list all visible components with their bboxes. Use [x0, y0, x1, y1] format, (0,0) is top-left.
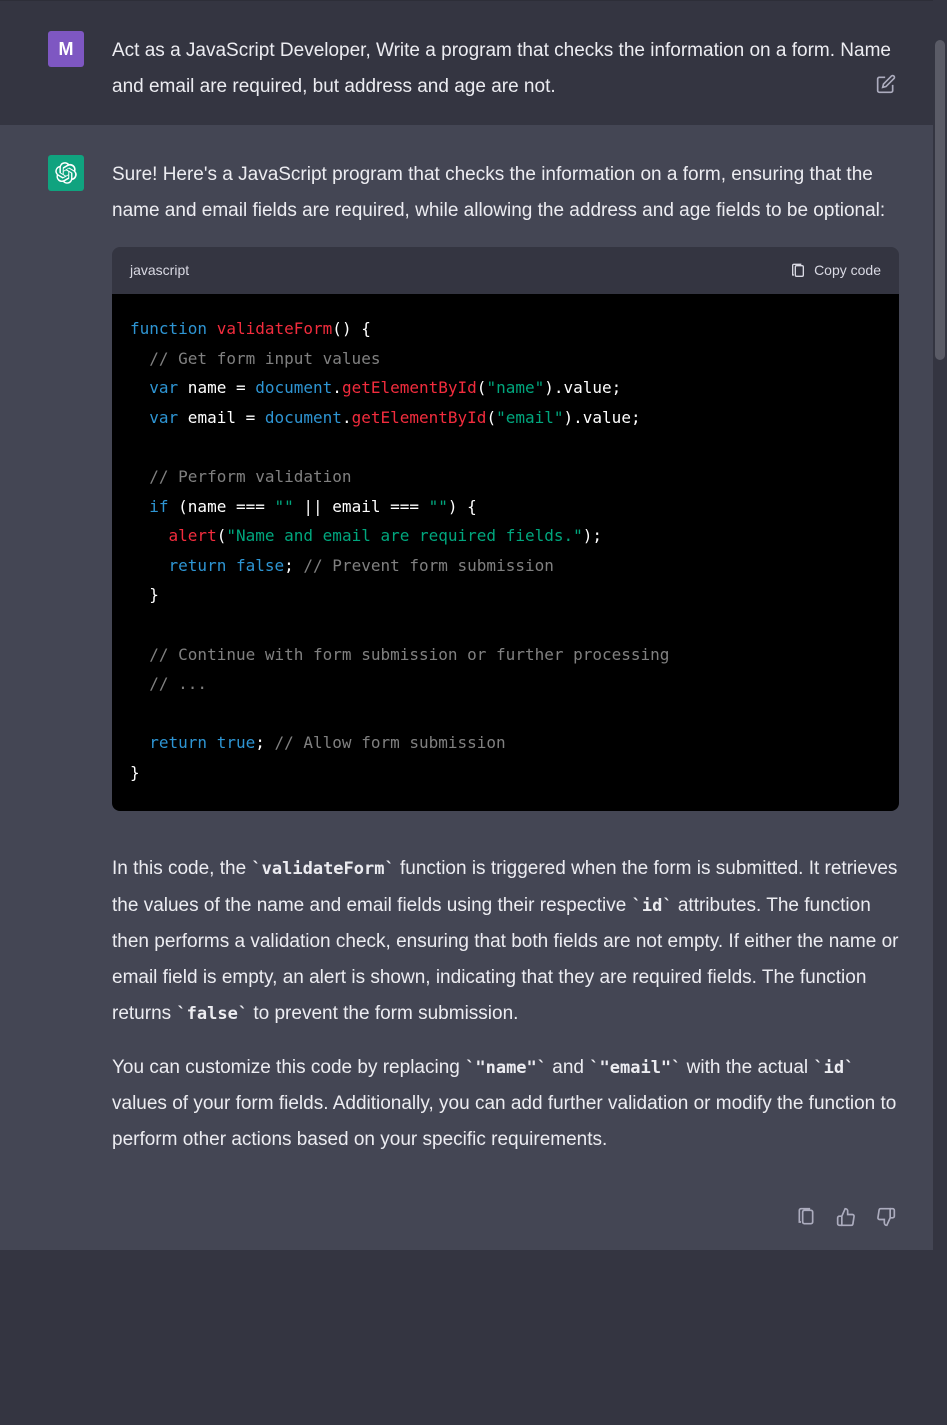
copy-code-button[interactable]: Copy code — [790, 257, 881, 284]
inline-code: `id` — [813, 1058, 854, 1078]
inline-code: `"email"` — [589, 1058, 681, 1078]
copy-code-label: Copy code — [814, 257, 881, 284]
assistant-message-body: Sure! Here's a JavaScript program that c… — [112, 155, 899, 1176]
code-language-label: javascript — [130, 257, 189, 284]
assistant-avatar — [48, 155, 84, 191]
assistant-message-row: Sure! Here's a JavaScript program that c… — [0, 125, 947, 1196]
thumbs-down-button[interactable] — [873, 1204, 899, 1230]
assistant-feedback-row — [0, 1196, 947, 1250]
openai-logo-icon — [55, 162, 77, 184]
assistant-explanation-1: In this code, the `validateForm` functio… — [112, 851, 899, 1031]
inline-code: `false` — [176, 1004, 248, 1024]
assistant-intro-text: Sure! Here's a JavaScript program that c… — [112, 157, 899, 229]
scrollbar[interactable] — [933, 0, 947, 1425]
edit-icon — [876, 74, 896, 94]
thumbs-down-icon — [876, 1207, 896, 1227]
user-message-body: Act as a JavaScript Developer, Write a p… — [112, 31, 899, 105]
inline-code: `validateForm` — [251, 859, 394, 879]
inline-code: `id` — [632, 896, 673, 916]
code-block: javascript Copy code function validateFo… — [112, 247, 899, 811]
scrollbar-thumb[interactable] — [935, 40, 945, 360]
user-avatar-letter: M — [59, 32, 74, 66]
thumbs-up-icon — [836, 1207, 856, 1227]
user-message-row: M Act as a JavaScript Developer, Write a… — [0, 0, 947, 125]
thumbs-up-button[interactable] — [833, 1204, 859, 1230]
assistant-explanation-2: You can customize this code by replacing… — [112, 1050, 899, 1158]
user-message-text: Act as a JavaScript Developer, Write a p… — [112, 40, 891, 97]
edit-button[interactable] — [873, 71, 899, 97]
clipboard-icon — [790, 263, 806, 279]
copy-response-button[interactable] — [793, 1204, 819, 1230]
code-block-header: javascript Copy code — [112, 247, 899, 294]
inline-code: `"name"` — [465, 1058, 547, 1078]
clipboard-icon — [796, 1207, 816, 1227]
user-avatar: M — [48, 31, 84, 67]
code-content[interactable]: function validateForm() { // Get form in… — [112, 294, 899, 812]
